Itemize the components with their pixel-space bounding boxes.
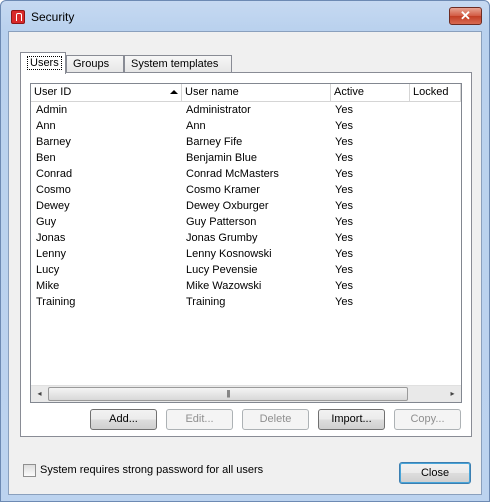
cell-user-id: Lenny <box>36 248 66 260</box>
cell-user-name: Cosmo Kramer <box>186 184 260 196</box>
scrollbar-thumb[interactable]: ||| <box>48 387 408 401</box>
cell-active: Yes <box>335 216 353 228</box>
table-row[interactable]: Mike Mike Wazowski Yes <box>31 278 461 294</box>
cell-user-id: Jonas <box>36 232 66 244</box>
table-row[interactable]: Guy Guy Patterson Yes <box>31 214 461 230</box>
users-table[interactable]: User ID User name Active Locked Admin Adm… <box>30 83 462 403</box>
cell-user-id: Conrad <box>36 168 73 180</box>
strong-password-label[interactable]: System requires strong password for all … <box>40 464 263 477</box>
table-row[interactable]: Ann Ann Yes <box>31 118 461 134</box>
cell-user-name: Lenny Kosnowski <box>186 248 272 260</box>
table-row[interactable]: Ben Benjamin Blue Yes <box>31 150 461 166</box>
table-header: User ID User name Active Locked <box>31 84 461 102</box>
tab-groups[interactable]: Groups <box>66 55 124 73</box>
strong-password-checkbox[interactable] <box>23 464 36 477</box>
window-close-button[interactable]: ✕ <box>449 7 482 25</box>
horizontal-scrollbar[interactable]: ◂ ||| ▸ <box>31 385 461 402</box>
cell-active: Yes <box>335 280 353 292</box>
table-row[interactable]: Dewey Dewey Oxburger Yes <box>31 198 461 214</box>
table-row[interactable]: Jonas Jonas Grumby Yes <box>31 230 461 246</box>
tab-system-templates[interactable]: System templates <box>124 55 232 73</box>
cell-active: Yes <box>335 296 353 308</box>
add-user-button[interactable]: Add... <box>90 409 157 430</box>
cell-user-name: Barney Fife <box>186 136 243 148</box>
cell-user-name: Lucy Pevensie <box>186 264 258 276</box>
cell-active: Yes <box>335 184 353 196</box>
cell-user-id: Lucy <box>36 264 60 276</box>
cell-user-name: Guy Patterson <box>186 216 257 228</box>
column-header-locked[interactable]: Locked <box>410 84 461 102</box>
dialog-client-area: Users Groups System templates User ID Us… <box>8 31 482 495</box>
title-bar[interactable]: Security ✕ <box>1 1 489 31</box>
column-header-user-id[interactable]: User ID <box>31 84 182 102</box>
cell-user-name: Benjamin Blue <box>186 152 257 164</box>
cell-user-id: Barney <box>36 136 71 148</box>
scroll-right-arrow-icon[interactable]: ▸ <box>444 386 461 402</box>
cell-active: Yes <box>335 136 353 148</box>
cell-active: Yes <box>335 168 353 180</box>
copy-user-button[interactable]: Copy... <box>394 409 461 430</box>
cell-user-name: Conrad McMasters <box>186 168 279 180</box>
cell-user-name: Jonas Grumby <box>186 232 258 244</box>
cell-active: Yes <box>335 264 353 276</box>
close-button[interactable]: Close <box>399 462 471 484</box>
cell-active: Yes <box>335 248 353 260</box>
cell-user-name: Ann <box>186 120 206 132</box>
cell-user-id: Mike <box>36 280 60 292</box>
table-row[interactable]: Lucy Lucy Pevensie Yes <box>31 262 461 278</box>
cell-user-id: Training <box>36 296 76 308</box>
edit-user-button[interactable]: Edit... <box>166 409 233 430</box>
table-row[interactable]: Barney Barney Fife Yes <box>31 134 461 150</box>
cell-user-name: Training <box>186 296 226 308</box>
cell-active: Yes <box>335 104 353 116</box>
users-tab-panel: User ID User name Active Locked Admin Adm… <box>20 72 472 437</box>
cell-user-id: Ben <box>36 152 56 164</box>
table-row[interactable]: Cosmo Cosmo Kramer Yes <box>31 182 461 198</box>
cell-user-id: Guy <box>36 216 57 228</box>
table-row[interactable]: Training Training Yes <box>31 294 461 310</box>
cell-user-name: Administrator <box>186 104 251 116</box>
column-header-user-name[interactable]: User name <box>182 84 331 102</box>
cell-active: Yes <box>335 200 353 212</box>
cell-active: Yes <box>335 232 353 244</box>
cell-active: Yes <box>335 152 353 164</box>
column-header-active[interactable]: Active <box>331 84 410 102</box>
table-row[interactable]: Admin Administrator Yes <box>31 102 461 118</box>
security-dialog: Security ✕ Users Groups System templates… <box>0 0 490 502</box>
sort-ascending-icon <box>170 90 178 94</box>
table-body: Admin Administrator Yes Ann Ann Yes Barney Barn… <box>31 102 461 310</box>
app-lock-icon <box>11 10 25 24</box>
cell-user-name: Mike Wazowski <box>186 280 262 292</box>
cell-user-id: Ann <box>36 120 56 132</box>
scroll-left-arrow-icon[interactable]: ◂ <box>31 386 48 402</box>
delete-user-button[interactable]: Delete <box>242 409 309 430</box>
window-title: Security <box>31 10 75 24</box>
import-users-button[interactable]: Import... <box>318 409 385 430</box>
cell-user-name: Dewey Oxburger <box>186 200 269 212</box>
cell-user-id: Cosmo <box>36 184 71 196</box>
table-row[interactable]: Lenny Lenny Kosnowski Yes <box>31 246 461 262</box>
cell-user-id: Admin <box>36 104 68 116</box>
cell-user-id: Dewey <box>36 200 70 212</box>
cell-active: Yes <box>335 120 353 132</box>
table-row[interactable]: Conrad Conrad McMasters Yes <box>31 166 461 182</box>
tab-users[interactable]: Users <box>20 52 66 74</box>
